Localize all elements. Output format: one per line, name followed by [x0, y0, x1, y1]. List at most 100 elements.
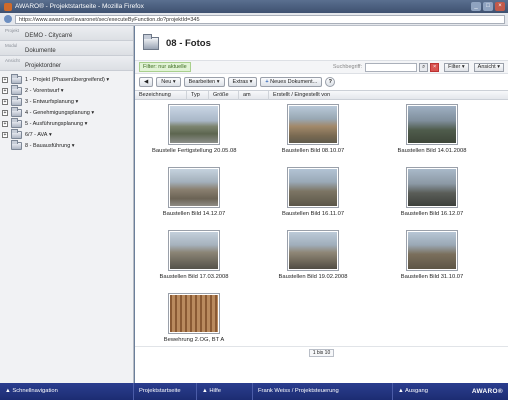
extras-button[interactable]: Extras ▾ — [227, 77, 258, 87]
photo-item[interactable]: Bewehrung 2.OG, BT A — [152, 293, 236, 343]
expand-icon[interactable]: + — [2, 131, 8, 138]
column-header: Bezeichnung Typ Größe am Erstellt / Eing… — [135, 90, 508, 100]
expand-icon — [2, 143, 8, 149]
photo-caption: Baustellen Bild 14.01.2008 — [397, 148, 467, 154]
logout-button[interactable]: ▲ Ausgang — [393, 383, 433, 400]
tree-item[interactable]: +4 - Genehmigungsplanung ▾ — [2, 106, 131, 118]
photo-caption: Baustellen Bild 14.12.07 — [162, 211, 226, 217]
home-link[interactable]: Projektstartseite — [134, 383, 197, 400]
photo-item[interactable]: Baustellen Bild 19.02.2008 — [271, 230, 355, 280]
photo-thumbnail[interactable] — [168, 167, 220, 208]
site-icon — [4, 15, 12, 23]
help-button[interactable]: ▲ Hilfe — [197, 383, 253, 400]
col-name[interactable]: Bezeichnung — [135, 90, 187, 100]
photo-item[interactable]: Baustellen Bild 16.12.07 — [390, 167, 474, 217]
status-bar: ▲ Schnellnavigation Projektstartseite ▲ … — [0, 383, 508, 400]
minimize-icon[interactable]: _ — [471, 2, 481, 11]
photo-item[interactable]: Baustellen Bild 14.12.07 — [152, 167, 236, 217]
url-input[interactable]: https://www.awaro.net/awaronet/sec/execu… — [15, 14, 505, 24]
photo-item[interactable]: Baustellen Bild 31.10.07 — [390, 230, 474, 280]
photo-caption: Baustellen Bild 19.02.2008 — [278, 274, 348, 280]
photo-thumbnail[interactable] — [287, 104, 339, 145]
tree-item[interactable]: +3 - Entwurfsplanung ▾ — [2, 95, 131, 107]
help-icon[interactable]: ? — [325, 77, 336, 87]
col-size[interactable]: Größe — [209, 90, 239, 100]
tree-item[interactable]: +5 - Ausführungsplanung ▾ — [2, 117, 131, 129]
tree-item-label: 5 - Ausführungsplanung — [25, 120, 84, 127]
view-selector[interactable]: Ansicht Projektordner — [0, 56, 133, 71]
folder-tree: +1 - Projekt (Phasenübergreifend) ▾ +2 -… — [0, 71, 133, 154]
tree-item-label: 1 - Projekt (Phasenübergreifend) — [25, 76, 105, 83]
new-button[interactable]: Neu ▾ — [156, 77, 181, 87]
tree-item-label: 4 - Genehmigungsplanung — [25, 109, 90, 116]
expand-icon[interactable]: + — [2, 109, 8, 116]
search-icon[interactable]: ⌕ — [419, 62, 429, 72]
tree-item[interactable]: +1 - Projekt (Phasenübergreifend) ▾ — [2, 73, 131, 85]
photo-item[interactable]: Baustelle Fertigstellung 20.05.08 — [152, 104, 236, 154]
expand-icon[interactable]: + — [2, 98, 8, 105]
photo-thumbnail[interactable] — [406, 104, 458, 145]
back-button[interactable]: ◀ — [139, 77, 154, 87]
photo-thumbnail[interactable] — [168, 293, 220, 334]
page-header: 08 - Fotos — [135, 26, 508, 60]
tree-item-label: 2 - Vorentwurf — [25, 87, 60, 94]
col-date[interactable]: am — [239, 90, 269, 100]
module-value: Dokumente — [25, 48, 56, 54]
folder-icon — [11, 117, 22, 128]
photo-thumbnail[interactable] — [406, 230, 458, 271]
tree-item-label: 6/7 - AVA — [25, 131, 48, 138]
tree-item[interactable]: +6/7 - AVA ▾ — [2, 128, 131, 140]
main-panel: 08 - Fotos Filter: nur aktuelle Suchbegr… — [135, 26, 508, 383]
page-title: 08 - Fotos — [166, 37, 211, 49]
filter-button[interactable]: Filter ▾ — [444, 62, 469, 72]
sidebar: Projekt DEMO - Citycarré Modul Dokumente… — [0, 26, 134, 383]
photo-item[interactable]: Baustellen Bild 08.10.07 — [271, 104, 355, 154]
folder-icon — [11, 84, 22, 95]
search-label: Suchbegriff: — [332, 64, 363, 70]
photo-caption: Baustellen Bild 08.10.07 — [281, 148, 345, 154]
pagination: 1 bis 10 — [135, 346, 508, 358]
clear-search-icon[interactable]: × — [430, 62, 440, 72]
expand-icon[interactable]: + — [2, 87, 8, 94]
photo-caption: Baustellen Bild 17.03.2008 — [159, 274, 229, 280]
view-value: Projektordner — [25, 63, 62, 69]
folder-icon — [11, 95, 22, 106]
expand-icon[interactable]: + — [2, 120, 8, 127]
filter-bar: Filter: nur aktuelle Suchbegriff: ⌕ × Fi… — [135, 60, 508, 74]
folder-icon — [11, 139, 22, 150]
photo-thumbnail[interactable] — [287, 230, 339, 271]
photo-item[interactable]: Baustellen Bild 14.01.2008 — [390, 104, 474, 154]
maximize-icon[interactable]: □ — [483, 2, 493, 11]
firefox-icon — [4, 2, 12, 11]
col-type[interactable]: Typ — [187, 90, 209, 100]
page-range: 1 bis 10 — [308, 348, 335, 357]
module-selector[interactable]: Modul Dokumente — [0, 41, 133, 56]
user-info[interactable]: Frank Weiss / Projektsteuerung — [253, 383, 393, 400]
project-selector[interactable]: Projekt DEMO - Citycarré — [0, 26, 133, 41]
quicknav-button[interactable]: ▲ Schnellnavigation — [0, 383, 134, 400]
new-document-button[interactable]: Neues Dokument... — [260, 77, 323, 87]
view-button[interactable]: Ansicht ▾ — [473, 62, 504, 72]
photo-caption: Bewehrung 2.OG, BT A — [163, 337, 225, 343]
photo-item[interactable]: Baustellen Bild 16.11.07 — [271, 167, 355, 217]
edit-button[interactable]: Bearbeiten ▾ — [183, 77, 225, 87]
tree-item-label: 3 - Entwurfsplanung — [25, 98, 74, 105]
photo-caption: Baustellen Bild 31.10.07 — [400, 274, 464, 280]
toolbar: ◀ Neu ▾ Bearbeiten ▾ Extras ▾ Neues Doku… — [135, 74, 508, 90]
address-bar: https://www.awaro.net/awaronet/sec/execu… — [0, 13, 508, 26]
tree-item[interactable]: 8 - Bauausführung ▾ — [2, 139, 131, 151]
project-value: DEMO - Citycarré — [25, 33, 73, 39]
photo-thumbnail[interactable] — [287, 167, 339, 208]
photo-thumbnail[interactable] — [168, 104, 220, 145]
tree-item[interactable]: +2 - Vorentwurf ▾ — [2, 84, 131, 96]
expand-icon[interactable]: + — [2, 76, 8, 83]
close-icon[interactable]: × — [495, 2, 505, 11]
photo-gallery: Baustelle Fertigstellung 20.05.08 Bauste… — [135, 100, 508, 358]
photo-thumbnail[interactable] — [406, 167, 458, 208]
photo-item[interactable]: Baustellen Bild 17.03.2008 — [152, 230, 236, 280]
active-filter-badge[interactable]: Filter: nur aktuelle — [139, 62, 191, 72]
search-input[interactable] — [365, 62, 418, 72]
photo-thumbnail[interactable] — [168, 230, 220, 271]
col-author[interactable]: Erstellt / Eingestellt von — [269, 91, 369, 100]
folder-icon — [143, 33, 159, 50]
